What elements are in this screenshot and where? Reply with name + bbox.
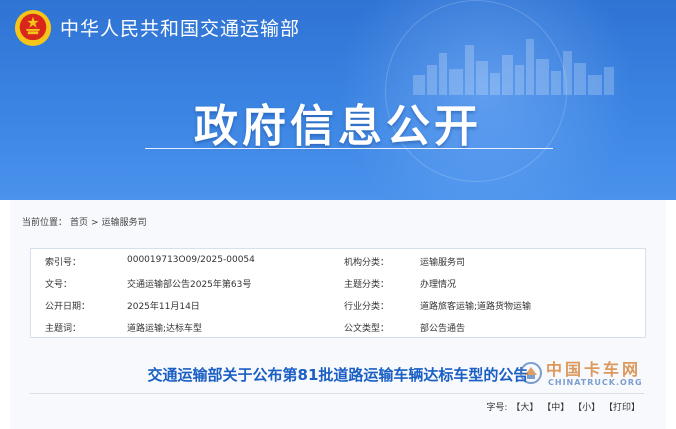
font-size-controls: 字号: 【大】 【中】 【小】 【打印】 — [486, 400, 640, 413]
metadata-value: 交通运输部公告2025年第63号 — [127, 280, 252, 290]
banner-underline — [145, 148, 553, 149]
banner-title: 政府信息公开 — [194, 101, 482, 152]
chinatruck-logo-icon — [520, 362, 542, 384]
metadata-value: 道路旅客运输;道路货物运输 — [420, 302, 532, 312]
metadata-row: 索引号： 000019713O09/2025-00054 机构分类： 运输服务司 — [31, 249, 645, 271]
metadata-label: 公文类型： — [344, 324, 390, 334]
metadata-value: 000019713O09/2025-00054 — [127, 255, 255, 265]
metadata-value: 2025年11月14日 — [127, 302, 200, 312]
print-button[interactable]: 【打印】 — [604, 403, 640, 413]
national-emblem-icon — [14, 9, 52, 47]
metadata-row: 文号： 交通运输部公告2025年第63号 主题分类： 办理情况 — [31, 271, 645, 293]
breadcrumb-separator: > — [91, 218, 99, 228]
metadata-value: 办理情况 — [420, 280, 457, 290]
metadata-label: 主题分类： — [344, 280, 390, 290]
metadata-label: 文号： — [45, 280, 73, 290]
metadata-label: 主题词： — [45, 324, 82, 334]
font-size-label: 字号: — [486, 403, 508, 413]
metadata-label: 行业分类： — [344, 302, 390, 312]
breadcrumb: 当前位置： 首页 > 运输服务司 — [22, 215, 150, 228]
font-size-medium-button[interactable]: 【中】 — [542, 403, 569, 413]
chinatruck-watermark: 中国卡车网 CHINATRUCK.ORG — [520, 356, 670, 396]
breadcrumb-home-link[interactable]: 首页 — [70, 218, 88, 228]
metadata-label: 机构分类： — [344, 258, 390, 268]
metadata-label: 索引号： — [45, 258, 82, 268]
breadcrumb-current-link[interactable]: 运输服务司 — [102, 218, 147, 228]
metadata-label: 公开日期： — [45, 302, 91, 312]
city-skyline-graphic — [413, 39, 614, 95]
metadata-row: 公开日期： 2025年11月14日 行业分类： 道路旅客运输;道路货物运输 — [31, 293, 645, 315]
watermark-cn-text: 中国卡车网 — [546, 360, 642, 379]
header-banner: 中华人民共和国交通运输部 政府信息公开 — [0, 0, 676, 200]
metadata-value: 部公告通告 — [420, 324, 466, 334]
ministry-name: 中华人民共和国交通运输部 — [60, 18, 301, 40]
font-size-small-button[interactable]: 【小】 — [573, 403, 600, 413]
metadata-value: 运输服务司 — [420, 258, 466, 268]
breadcrumb-prefix: 当前位置： — [22, 218, 68, 228]
metadata-value: 道路运输;达标车型 — [127, 324, 203, 334]
document-metadata-table: 索引号： 000019713O09/2025-00054 机构分类： 运输服务司… — [30, 248, 646, 338]
font-size-large-button[interactable]: 【大】 — [511, 403, 538, 413]
metadata-row: 主题词： 道路运输;达标车型 公文类型： 部公告通告 — [31, 315, 645, 337]
watermark-en-text: CHINATRUCK.ORG — [548, 378, 643, 387]
